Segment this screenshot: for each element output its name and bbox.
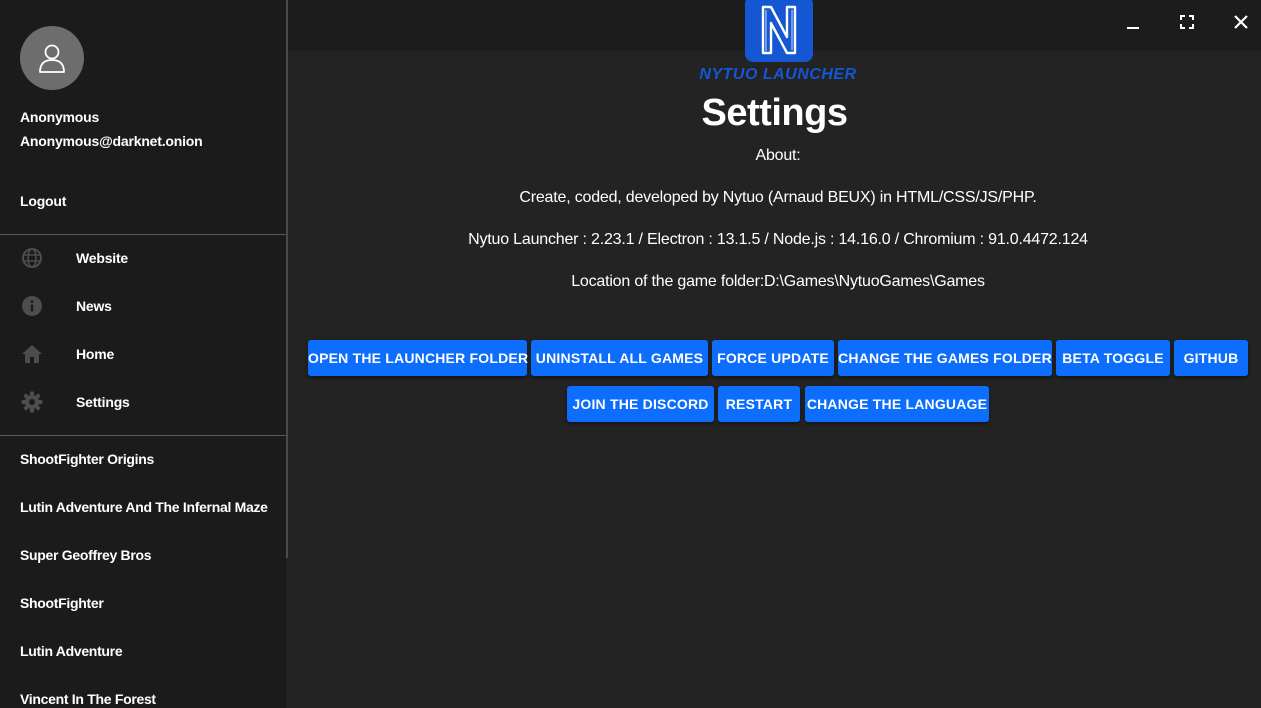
sidebar-item-label: News	[76, 298, 112, 314]
github-button[interactable]: GITHUB	[1174, 340, 1248, 376]
game-item-shootfighter[interactable]: ShootFighter	[20, 595, 104, 611]
change-language-button[interactable]: CHANGE THE LANGUAGE	[805, 386, 989, 422]
close-icon	[1234, 15, 1248, 29]
uninstall-all-games-button[interactable]: UNINSTALL ALL GAMES	[531, 340, 708, 376]
sidebar-divider	[0, 435, 286, 436]
about-label: About:	[755, 147, 801, 164]
globe-icon	[21, 247, 43, 269]
game-item-vincent-in-the-forest[interactable]: Vincent In The Forest	[20, 691, 156, 707]
sidebar-item-settings[interactable]: Settings	[0, 378, 286, 426]
maximize-button[interactable]	[1175, 10, 1199, 34]
sidebar-item-news[interactable]: News	[0, 282, 286, 330]
credits-text: Create, coded, developed by Nytuo (Arnau…	[519, 189, 1037, 206]
home-icon	[21, 343, 43, 365]
avatar[interactable]	[20, 26, 84, 90]
game-item-lutin-adventure-infernal-maze[interactable]: Lutin Adventure And The Infernal Maze	[20, 499, 268, 515]
versions-text: Nytuo Launcher : 2.23.1 / Electron : 13.…	[468, 231, 1088, 248]
minimize-button[interactable]	[1121, 10, 1145, 34]
sidebar: Anonymous Anonymous@darknet.onion Logout…	[0, 0, 286, 708]
user-icon	[39, 44, 65, 73]
beta-toggle-button[interactable]: BETA TOGGLE	[1056, 340, 1170, 376]
game-item-lutin-adventure[interactable]: Lutin Adventure	[20, 643, 123, 659]
game-item-super-geoffrey-bros[interactable]: Super Geoffrey Bros	[20, 547, 152, 563]
user-email: Anonymous@darknet.onion	[20, 133, 203, 149]
page-title: Settings	[701, 92, 848, 134]
sidebar-item-website[interactable]: Website	[0, 234, 286, 282]
sidebar-item-label: Home	[76, 346, 115, 362]
info-icon	[21, 295, 43, 317]
minimize-icon	[1127, 27, 1139, 29]
maximize-icon	[1180, 15, 1194, 29]
force-update-button[interactable]: FORCE UPDATE	[712, 340, 834, 376]
sidebar-item-label: Website	[76, 250, 129, 266]
open-launcher-folder-button[interactable]: OPEN THE LAUNCHER FOLDER	[308, 340, 528, 376]
sidebar-item-label: Settings	[76, 394, 130, 410]
game-folder-location: Location of the game folder:D:\Games\Nyt…	[571, 273, 985, 290]
game-item-shootfighter-origins[interactable]: ShootFighter Origins	[20, 451, 154, 467]
restart-button[interactable]: RESTART	[718, 386, 800, 422]
join-discord-button[interactable]: JOIN THE DISCORD	[567, 386, 714, 422]
logo-text: NYTUO LAUNCHER	[699, 66, 857, 83]
change-games-folder-button[interactable]: CHANGE THE GAMES FOLDER	[838, 340, 1052, 376]
sidebar-item-home[interactable]: Home	[0, 330, 286, 378]
close-button[interactable]	[1229, 10, 1253, 34]
user-name: Anonymous	[20, 109, 100, 125]
logout-link[interactable]: Logout	[20, 193, 66, 209]
logo-n-icon	[761, 5, 797, 55]
app-logo	[745, 0, 813, 62]
gear-icon	[21, 391, 43, 413]
